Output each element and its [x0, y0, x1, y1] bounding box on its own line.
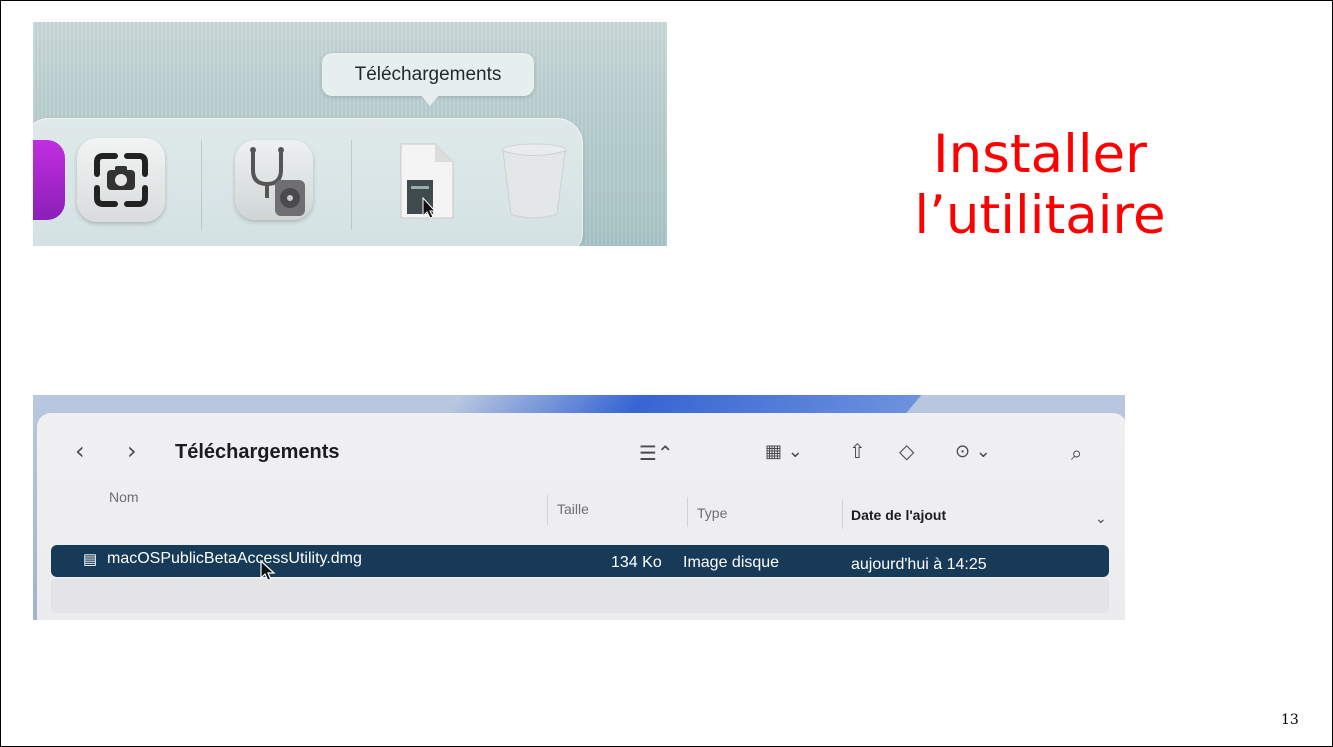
slide-title: Installer l’utilitaire — [820, 124, 1260, 247]
downloads-stack-icon[interactable] — [395, 140, 457, 222]
back-icon[interactable]: ‹ — [75, 437, 85, 465]
column-header-size[interactable]: Taille — [557, 501, 589, 517]
file-date-added: aujourd'hui à 14:25 — [851, 556, 987, 573]
column-divider — [842, 499, 843, 529]
share-icon[interactable]: ⇧ — [849, 439, 866, 463]
group-icon[interactable]: ▦ ⌄ — [765, 441, 803, 462]
dock-tooltip: Téléchargements — [322, 53, 534, 96]
finder-window: ‹ › Téléchargements ☰⌃ ▦ ⌄ ⇧ ◇ ⊙ ⌄ ⌕ Nom… — [37, 413, 1125, 620]
search-icon[interactable]: ⌕ — [1071, 441, 1082, 465]
file-name: macOSPublicBetaAccessUtility.dmg — [107, 550, 362, 567]
dock-screenshot: Téléchargements — [33, 22, 667, 246]
column-header-name[interactable]: Nom — [109, 489, 139, 505]
list-view-icon[interactable]: ☰⌃ — [639, 441, 674, 465]
disk-utility-icon[interactable] — [235, 140, 313, 220]
file-size: 134 Ko — [611, 554, 662, 571]
tooltip-arrow — [420, 94, 440, 106]
finder-screenshot: ‹ › Téléchargements ☰⌃ ▦ ⌄ ⇧ ◇ ⊙ ⌄ ⌕ Nom… — [33, 395, 1125, 620]
column-divider — [687, 497, 688, 527]
dock-separator — [351, 140, 352, 230]
slide-title-text: Installer l’utilitaire — [914, 124, 1166, 246]
screenshot-app-icon[interactable] — [77, 138, 165, 222]
column-divider — [547, 495, 548, 525]
more-actions-icon[interactable]: ⊙ ⌄ — [955, 441, 991, 462]
table-row[interactable]: ▤ macOSPublicBetaAccessUtility.dmg 134 K… — [51, 545, 1109, 582]
empty-row — [51, 579, 1109, 613]
chevron-down-icon[interactable]: ⌄ — [1095, 511, 1107, 527]
column-header-date-added[interactable]: Date de l'ajout — [851, 507, 946, 523]
purple-app-icon[interactable] — [33, 140, 65, 220]
trash-icon[interactable] — [497, 142, 571, 220]
forward-icon[interactable]: › — [127, 437, 137, 465]
file-type: Image disque — [683, 554, 780, 571]
tag-icon[interactable]: ◇ — [899, 439, 914, 463]
page-number: 13 — [1281, 712, 1299, 728]
dock-separator — [201, 140, 202, 230]
column-header-type[interactable]: Type — [697, 505, 727, 521]
dmg-file-icon: ▤ — [83, 551, 98, 568]
window-title: Téléchargements — [175, 441, 340, 463]
